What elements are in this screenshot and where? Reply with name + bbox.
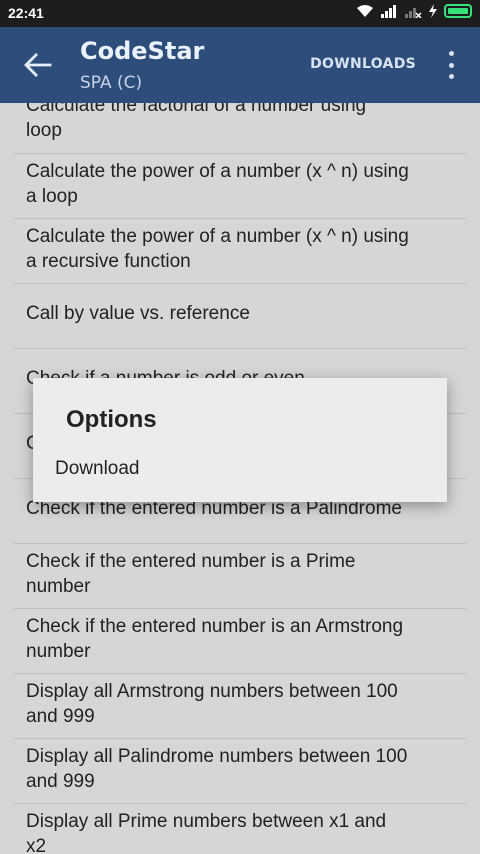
options-dialog: Options Download (33, 378, 447, 502)
download-option[interactable]: Download (55, 458, 140, 480)
dialog-title: Options (66, 406, 157, 433)
